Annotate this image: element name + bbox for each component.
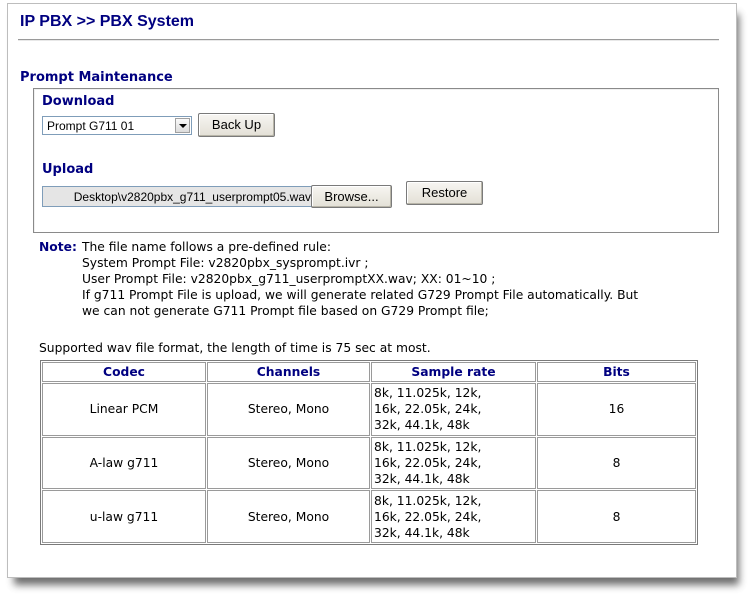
upload-label: Upload	[42, 162, 94, 177]
content-panel: IP PBX >> PBX System Prompt Maintenance …	[7, 3, 737, 578]
note-line: The file name follows a pre-defined rule…	[82, 240, 331, 254]
channels-cell: Stereo, Mono	[207, 490, 370, 543]
note-line: we can not generate G711 Prompt file bas…	[82, 304, 489, 318]
restore-button[interactable]: Restore	[406, 181, 483, 205]
sample-rate-line: 32k, 44.1k, 48k	[374, 471, 470, 486]
column-header-bits: Bits	[537, 362, 696, 382]
title-divider	[18, 39, 719, 41]
upload-file-field[interactable]: Desktop\v2820pbx_g711_userprompt05.wav	[42, 186, 314, 207]
codec-cell: A-law g711	[42, 436, 206, 490]
note-line: User Prompt File: v2820pbx_g711_userprom…	[82, 272, 496, 286]
page-title: IP PBX >> PBX System	[20, 13, 195, 30]
column-header-codec: Codec	[42, 362, 206, 382]
note-label: Note:	[39, 240, 77, 254]
column-header-sample-rate: Sample rate	[371, 362, 536, 382]
sample-rate-line: 16k, 22.05k, 24k,	[374, 509, 482, 524]
table-header-row: Codec Channels Sample rate Bits	[42, 362, 696, 382]
table-row: A-law g711 Stereo, Mono 8k, 11.025k, 12k…	[42, 436, 696, 490]
section-title: Prompt Maintenance	[20, 70, 173, 85]
sample-rate-line: 16k, 22.05k, 24k,	[374, 455, 482, 470]
bits-cell: 8	[537, 490, 696, 543]
note-line: If g711 Prompt File is upload, we will g…	[82, 288, 639, 302]
codec-cell: u-law g711	[42, 490, 206, 543]
wav-format-table: Codec Channels Sample rate Bits Linear P…	[40, 360, 698, 545]
note-line: System Prompt File: v2820pbx_sysprompt.i…	[82, 256, 369, 270]
sample-rate-cell: 8k, 11.025k, 12k, 16k, 22.05k, 24k, 32k,…	[371, 490, 536, 543]
channels-cell: Stereo, Mono	[207, 436, 370, 490]
sample-rate-line: 32k, 44.1k, 48k	[374, 418, 470, 433]
column-header-channels: Channels	[207, 362, 370, 382]
browse-button[interactable]: Browse...	[311, 185, 392, 208]
upload-file-value: Desktop\v2820pbx_g711_userprompt05.wav	[73, 190, 311, 204]
channels-cell: Stereo, Mono	[207, 383, 370, 436]
sample-rate-line: 32k, 44.1k, 48k	[374, 525, 470, 540]
prompt-select[interactable]: Prompt G711 01	[42, 116, 192, 135]
supported-format-text: Supported wav file format, the length of…	[39, 341, 431, 355]
sample-rate-line: 8k, 11.025k, 12k,	[374, 493, 482, 508]
sample-rate-line: 8k, 11.025k, 12k,	[374, 439, 482, 454]
download-label: Download	[42, 94, 115, 109]
sample-rate-line: 16k, 22.05k, 24k,	[374, 402, 482, 417]
back-up-button[interactable]: Back Up	[198, 113, 275, 137]
chevron-down-icon[interactable]	[175, 118, 190, 133]
sample-rate-cell: 8k, 11.025k, 12k, 16k, 22.05k, 24k, 32k,…	[371, 436, 536, 490]
bits-cell: 8	[537, 436, 696, 490]
prompt-select-value: Prompt G711 01	[47, 119, 135, 133]
bits-cell: 16	[537, 383, 696, 436]
prompt-maintenance-box	[33, 88, 719, 233]
sample-rate-cell: 8k, 11.025k, 12k, 16k, 22.05k, 24k, 32k,…	[371, 383, 536, 436]
table-row: Linear PCM Stereo, Mono 8k, 11.025k, 12k…	[42, 383, 696, 436]
codec-cell: Linear PCM	[42, 383, 206, 436]
sample-rate-line: 8k, 11.025k, 12k,	[374, 386, 482, 401]
table-row: u-law g711 Stereo, Mono 8k, 11.025k, 12k…	[42, 490, 696, 543]
